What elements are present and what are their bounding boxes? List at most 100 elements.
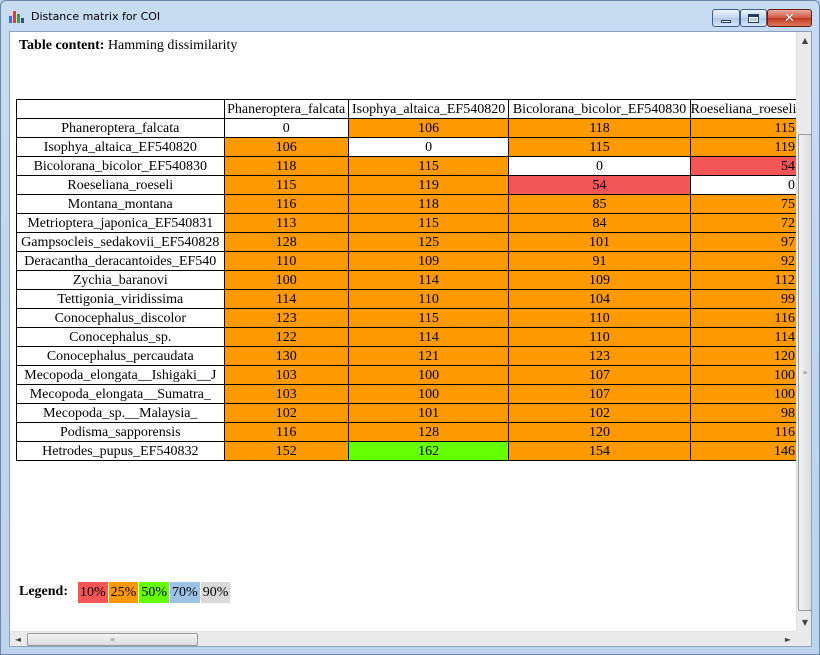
matrix-cell: 54 bbox=[508, 175, 691, 195]
row-header: Hetrodes_pupus_EF540832 bbox=[16, 441, 225, 461]
matrix-cell: 84 bbox=[508, 213, 691, 233]
row-header: Mecopoda_elongata__Ishigaki__J bbox=[16, 365, 225, 385]
matrix-cell: 120 bbox=[508, 422, 691, 442]
matrix-cell: 106 bbox=[347, 118, 510, 138]
horizontal-scroll-thumb[interactable]: ≡ bbox=[27, 633, 198, 646]
matrix-cell: 107 bbox=[508, 365, 691, 385]
legend-item: 70% bbox=[170, 581, 200, 603]
row-header: Isophya_altaica_EF540820 bbox=[16, 137, 225, 157]
matrix-cell: 121 bbox=[347, 346, 510, 366]
matrix-cell: 0 bbox=[223, 118, 349, 138]
matrix-cell: 75 bbox=[689, 194, 799, 214]
table-row: Isophya_altaica_EF540820 106 0 115 119 bbox=[16, 137, 799, 157]
scroll-left-button[interactable]: ◄ bbox=[10, 632, 26, 646]
matrix-cell: 115 bbox=[347, 156, 510, 176]
matrix-cell: 154 bbox=[508, 441, 691, 461]
table-row: Deracantha_deracantoides_EF540 110 109 91 92 bbox=[16, 251, 799, 271]
row-header: Deracantha_deracantoides_EF540 bbox=[16, 251, 225, 271]
matrix-cell: 118 bbox=[223, 156, 349, 176]
column-header: Roeseliana_roeseli bbox=[689, 99, 799, 119]
matrix-cell: 114 bbox=[223, 289, 349, 309]
matrix-cell: 114 bbox=[689, 327, 799, 347]
grip-icon: ≡ bbox=[110, 635, 115, 644]
matrix-cell: 110 bbox=[347, 289, 510, 309]
scroll-right-button[interactable]: ► bbox=[780, 632, 796, 646]
table-row: Mecopoda_sp.__Malaysia_ 102 101 102 98 bbox=[16, 403, 799, 423]
matrix-cell: 119 bbox=[347, 175, 510, 195]
column-header: Phaneroptera_falcata bbox=[223, 99, 349, 119]
matrix-cell: 114 bbox=[347, 270, 510, 290]
matrix-cell: 98 bbox=[689, 403, 799, 423]
distance-matrix-table: Phaneroptera_falcata Isophya_altaica_EF54… bbox=[16, 99, 799, 461]
column-header: Isophya_altaica_EF540820 bbox=[347, 99, 510, 119]
matrix-cell: 91 bbox=[508, 251, 691, 271]
matrix-cell: 115 bbox=[347, 213, 510, 233]
table-row: Phaneroptera_falcata 0 106 118 115 bbox=[16, 118, 799, 138]
vertical-scroll-thumb[interactable]: ≡ bbox=[798, 134, 811, 611]
matrix-cell: 72 bbox=[689, 213, 799, 233]
matrix-cell: 106 bbox=[223, 137, 349, 157]
table-content-value: Hamming dissimilarity bbox=[107, 38, 238, 53]
matrix-cell: 115 bbox=[347, 308, 510, 328]
legend-item: 90% bbox=[200, 581, 231, 603]
arrow-down-icon: ▼ bbox=[801, 618, 809, 627]
row-header: Conocephalus_discolor bbox=[16, 308, 225, 328]
scroll-up-button[interactable]: ▲ bbox=[797, 32, 811, 49]
maximize-button[interactable] bbox=[740, 9, 767, 27]
row-header: Bicolorana_bicolor_EF540830 bbox=[16, 156, 225, 176]
minimize-button[interactable] bbox=[712, 9, 740, 27]
matrix-cell: 107 bbox=[508, 384, 691, 404]
table-row: Mecopoda_elongata__Ishigaki__J 103 100 107 1… bbox=[16, 365, 799, 385]
table-row: Tettigonia_viridissima 114 110 104 99 bbox=[16, 289, 799, 309]
arrow-right-icon: ► bbox=[784, 635, 792, 644]
matrix-cell: 92 bbox=[689, 251, 799, 271]
table-row: Hetrodes_pupus_EF540832 152 162 154 146 bbox=[16, 441, 799, 461]
matrix-cell: 116 bbox=[689, 422, 799, 442]
arrow-left-icon: ◄ bbox=[14, 635, 22, 644]
matrix-cell: 109 bbox=[347, 251, 510, 271]
row-header: Conocephalus_sp. bbox=[16, 327, 225, 347]
table-row: Mecopoda_elongata__Sumatra_ 103 100 107 100 bbox=[16, 384, 799, 404]
window-title: Distance matrix for COI bbox=[31, 10, 161, 23]
close-icon: ✕ bbox=[784, 10, 795, 26]
report-view: Table content: Hamming dissimilarity Pha… bbox=[9, 31, 812, 647]
table-row: Conocephalus_discolor 123 115 110 116 bbox=[16, 308, 799, 328]
table-row: Bicolorana_bicolor_EF540830 118 115 0 54 bbox=[16, 156, 799, 176]
matrix-cell: 104 bbox=[508, 289, 691, 309]
vertical-scrollbar[interactable]: ▲ ≡ ▼ bbox=[796, 32, 811, 631]
legend-item: 50% bbox=[139, 581, 170, 603]
scrollbar-corner bbox=[796, 631, 811, 646]
row-header: Mecopoda_sp.__Malaysia_ bbox=[16, 403, 225, 423]
matrix-cell: 100 bbox=[689, 384, 799, 404]
matrix-cell: 116 bbox=[223, 422, 349, 442]
row-header: Metrioptera_japonica_EF540831 bbox=[16, 213, 225, 233]
matrix-cell: 146 bbox=[689, 441, 799, 461]
close-button[interactable]: ✕ bbox=[767, 9, 812, 27]
matrix-cell: 102 bbox=[508, 403, 691, 423]
matrix-cell: 113 bbox=[223, 213, 349, 233]
row-header: Phaneroptera_falcata bbox=[16, 118, 225, 138]
matrix-cell: 110 bbox=[508, 308, 691, 328]
row-header: Roeseliana_roeseli bbox=[16, 175, 225, 195]
matrix-cell: 103 bbox=[223, 384, 349, 404]
scroll-down-button[interactable]: ▼ bbox=[797, 614, 811, 631]
row-header: Montana_montana bbox=[16, 194, 225, 214]
legend-item: 25% bbox=[108, 581, 139, 603]
matrix-cell: 120 bbox=[689, 346, 799, 366]
matrix-cell: 101 bbox=[347, 403, 510, 423]
table-row: Montana_montana 116 118 85 75 bbox=[16, 194, 799, 214]
row-header: Gampsocleis_sedakovii_EF540828 bbox=[16, 232, 225, 252]
row-header: Tettigonia_viridissima bbox=[16, 289, 225, 309]
matrix-cell: 119 bbox=[689, 137, 799, 157]
matrix-cell: 100 bbox=[347, 365, 510, 385]
matrix-cell: 115 bbox=[689, 118, 799, 138]
matrix-cell: 162 bbox=[347, 441, 510, 461]
horizontal-scrollbar[interactable]: ◄ ≡ ► bbox=[10, 631, 796, 646]
minimize-icon bbox=[721, 19, 731, 23]
row-header: Podisma_sapporensis bbox=[16, 422, 225, 442]
matrix-cell: 100 bbox=[223, 270, 349, 290]
matrix-cell: 116 bbox=[689, 308, 799, 328]
title-bar[interactable]: Distance matrix for COI ✕ bbox=[1, 1, 819, 31]
matrix-cell: 112 bbox=[689, 270, 799, 290]
matrix-cell: 100 bbox=[689, 365, 799, 385]
